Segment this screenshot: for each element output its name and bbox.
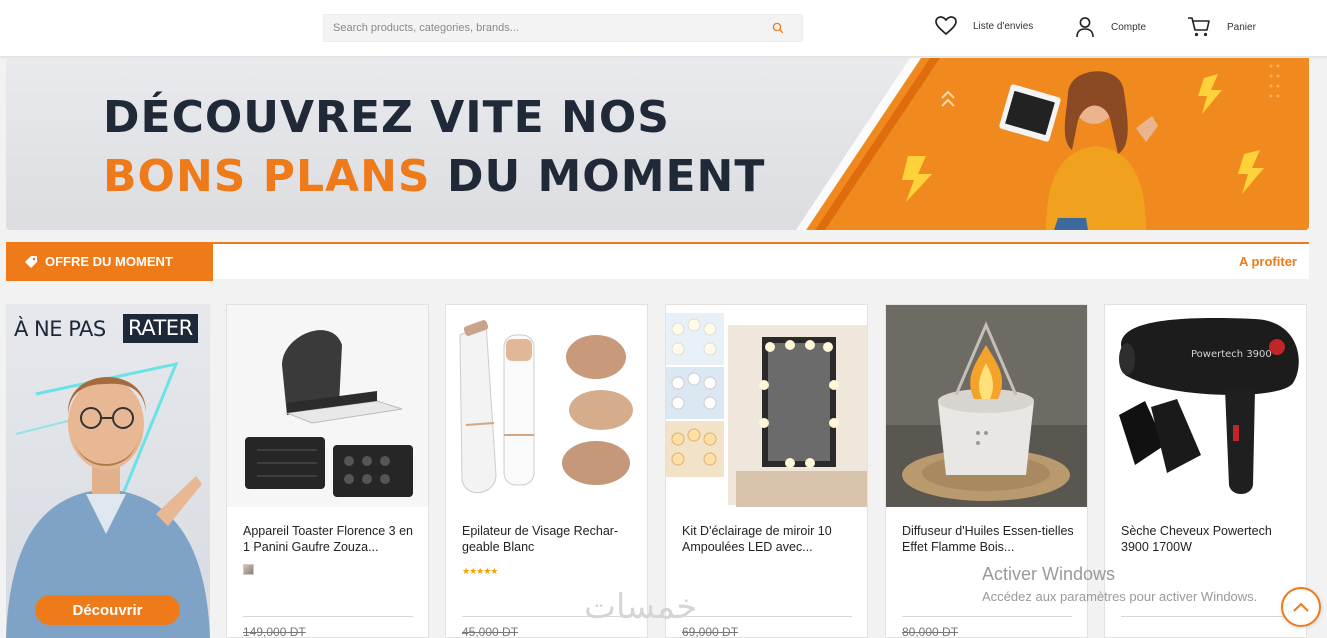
hero-headline-line2: BONS PLANS DU MOMENT bbox=[103, 151, 765, 202]
chevron-up-icon bbox=[1293, 602, 1309, 612]
wishlist-link[interactable]: Liste d'envies bbox=[935, 16, 1033, 36]
cart-icon bbox=[1188, 17, 1210, 37]
product-name[interactable]: Sèche Cheveux Powertech 3900 1700W bbox=[1121, 523, 1297, 555]
old-price: 45,000 DT bbox=[462, 625, 519, 638]
price-tag-icon bbox=[25, 255, 37, 268]
scroll-to-top-button[interactable] bbox=[1281, 587, 1321, 627]
search-bar[interactable] bbox=[323, 14, 803, 42]
account-label: Compte bbox=[1111, 21, 1147, 33]
windows-activation-subtitle: Accédez aux paramètres pour activer Wind… bbox=[982, 589, 1258, 604]
product-name[interactable]: Epilateur de Visage Rechar-geable Blanc bbox=[462, 523, 638, 555]
heart-icon bbox=[935, 16, 957, 36]
toaster-image bbox=[227, 305, 428, 507]
old-price: 149,000 DT bbox=[243, 625, 306, 638]
product-image[interactable] bbox=[886, 305, 1087, 507]
card-divider bbox=[682, 616, 852, 617]
hero-artwork bbox=[796, 58, 1309, 230]
promo-banner[interactable]: À NE PAS RATER Découvrir bbox=[6, 304, 210, 638]
card-divider bbox=[1121, 616, 1291, 617]
cart-link[interactable]: Panier bbox=[1187, 16, 1256, 38]
mirror-lights-image bbox=[666, 305, 867, 507]
old-price: 80,000 DT bbox=[902, 625, 959, 638]
section-more-link[interactable]: A profiter bbox=[1239, 254, 1297, 269]
color-swatch[interactable] bbox=[243, 564, 254, 575]
section-title: OFFRE DU MOMENT bbox=[45, 254, 173, 269]
watermark: خمسات bbox=[584, 587, 698, 627]
wishlist-label: Liste d'envies bbox=[973, 20, 1034, 32]
product-image[interactable] bbox=[227, 305, 428, 507]
product-image[interactable]: Powertech 3900 bbox=[1105, 305, 1306, 507]
dryer-model-text: Powertech 3900 bbox=[1191, 349, 1272, 360]
windows-activation-notice: Activer Windows Accédez aux paramètres p… bbox=[982, 564, 1257, 604]
cart-label: Panier bbox=[1227, 21, 1256, 33]
promo-headline: À NE PAS bbox=[14, 317, 106, 341]
product-image[interactable] bbox=[666, 305, 867, 507]
top-header: Liste d'envies Compte Panier bbox=[0, 0, 1327, 57]
product-image[interactable] bbox=[446, 305, 647, 507]
section-header: OFFRE DU MOMENT A profiter bbox=[6, 242, 1309, 281]
search-icon[interactable] bbox=[772, 22, 784, 34]
account-link[interactable]: Compte bbox=[1075, 16, 1146, 38]
user-icon bbox=[1076, 17, 1094, 38]
rating-stars: ★★★★★ bbox=[462, 566, 498, 576]
section-title-tag: OFFRE DU MOMENT bbox=[6, 242, 213, 281]
hero-banner[interactable]: DÉCOUVREZ VITE NOS BONS PLANS DU MOMENT bbox=[6, 58, 1309, 230]
windows-activation-title: Activer Windows bbox=[982, 564, 1116, 584]
hero-headline-line1: DÉCOUVREZ VITE NOS bbox=[103, 92, 670, 143]
search-input[interactable] bbox=[324, 15, 754, 41]
discover-button[interactable]: Découvrir bbox=[35, 595, 180, 625]
product-name[interactable]: Appareil Toaster Florence 3 en 1 Panini … bbox=[243, 523, 419, 555]
promo-illustration bbox=[6, 361, 210, 638]
epilator-image bbox=[446, 305, 647, 507]
hero-headline-rest: DU MOMENT bbox=[430, 151, 766, 202]
diffuser-image bbox=[886, 305, 1087, 507]
card-divider bbox=[243, 616, 413, 617]
product-card[interactable]: Appareil Toaster Florence 3 en 1 Panini … bbox=[226, 304, 429, 638]
product-name[interactable]: Kit D'éclairage de miroir 10 Ampoulées L… bbox=[682, 523, 858, 555]
card-divider bbox=[902, 616, 1072, 617]
hair-dryer-image: Powertech 3900 bbox=[1105, 305, 1306, 507]
hero-highlight: BONS PLANS bbox=[103, 151, 431, 202]
promo-badge: RATER bbox=[123, 314, 198, 343]
product-name[interactable]: Diffuseur d'Huiles Essen-tielles Effet F… bbox=[902, 523, 1078, 555]
